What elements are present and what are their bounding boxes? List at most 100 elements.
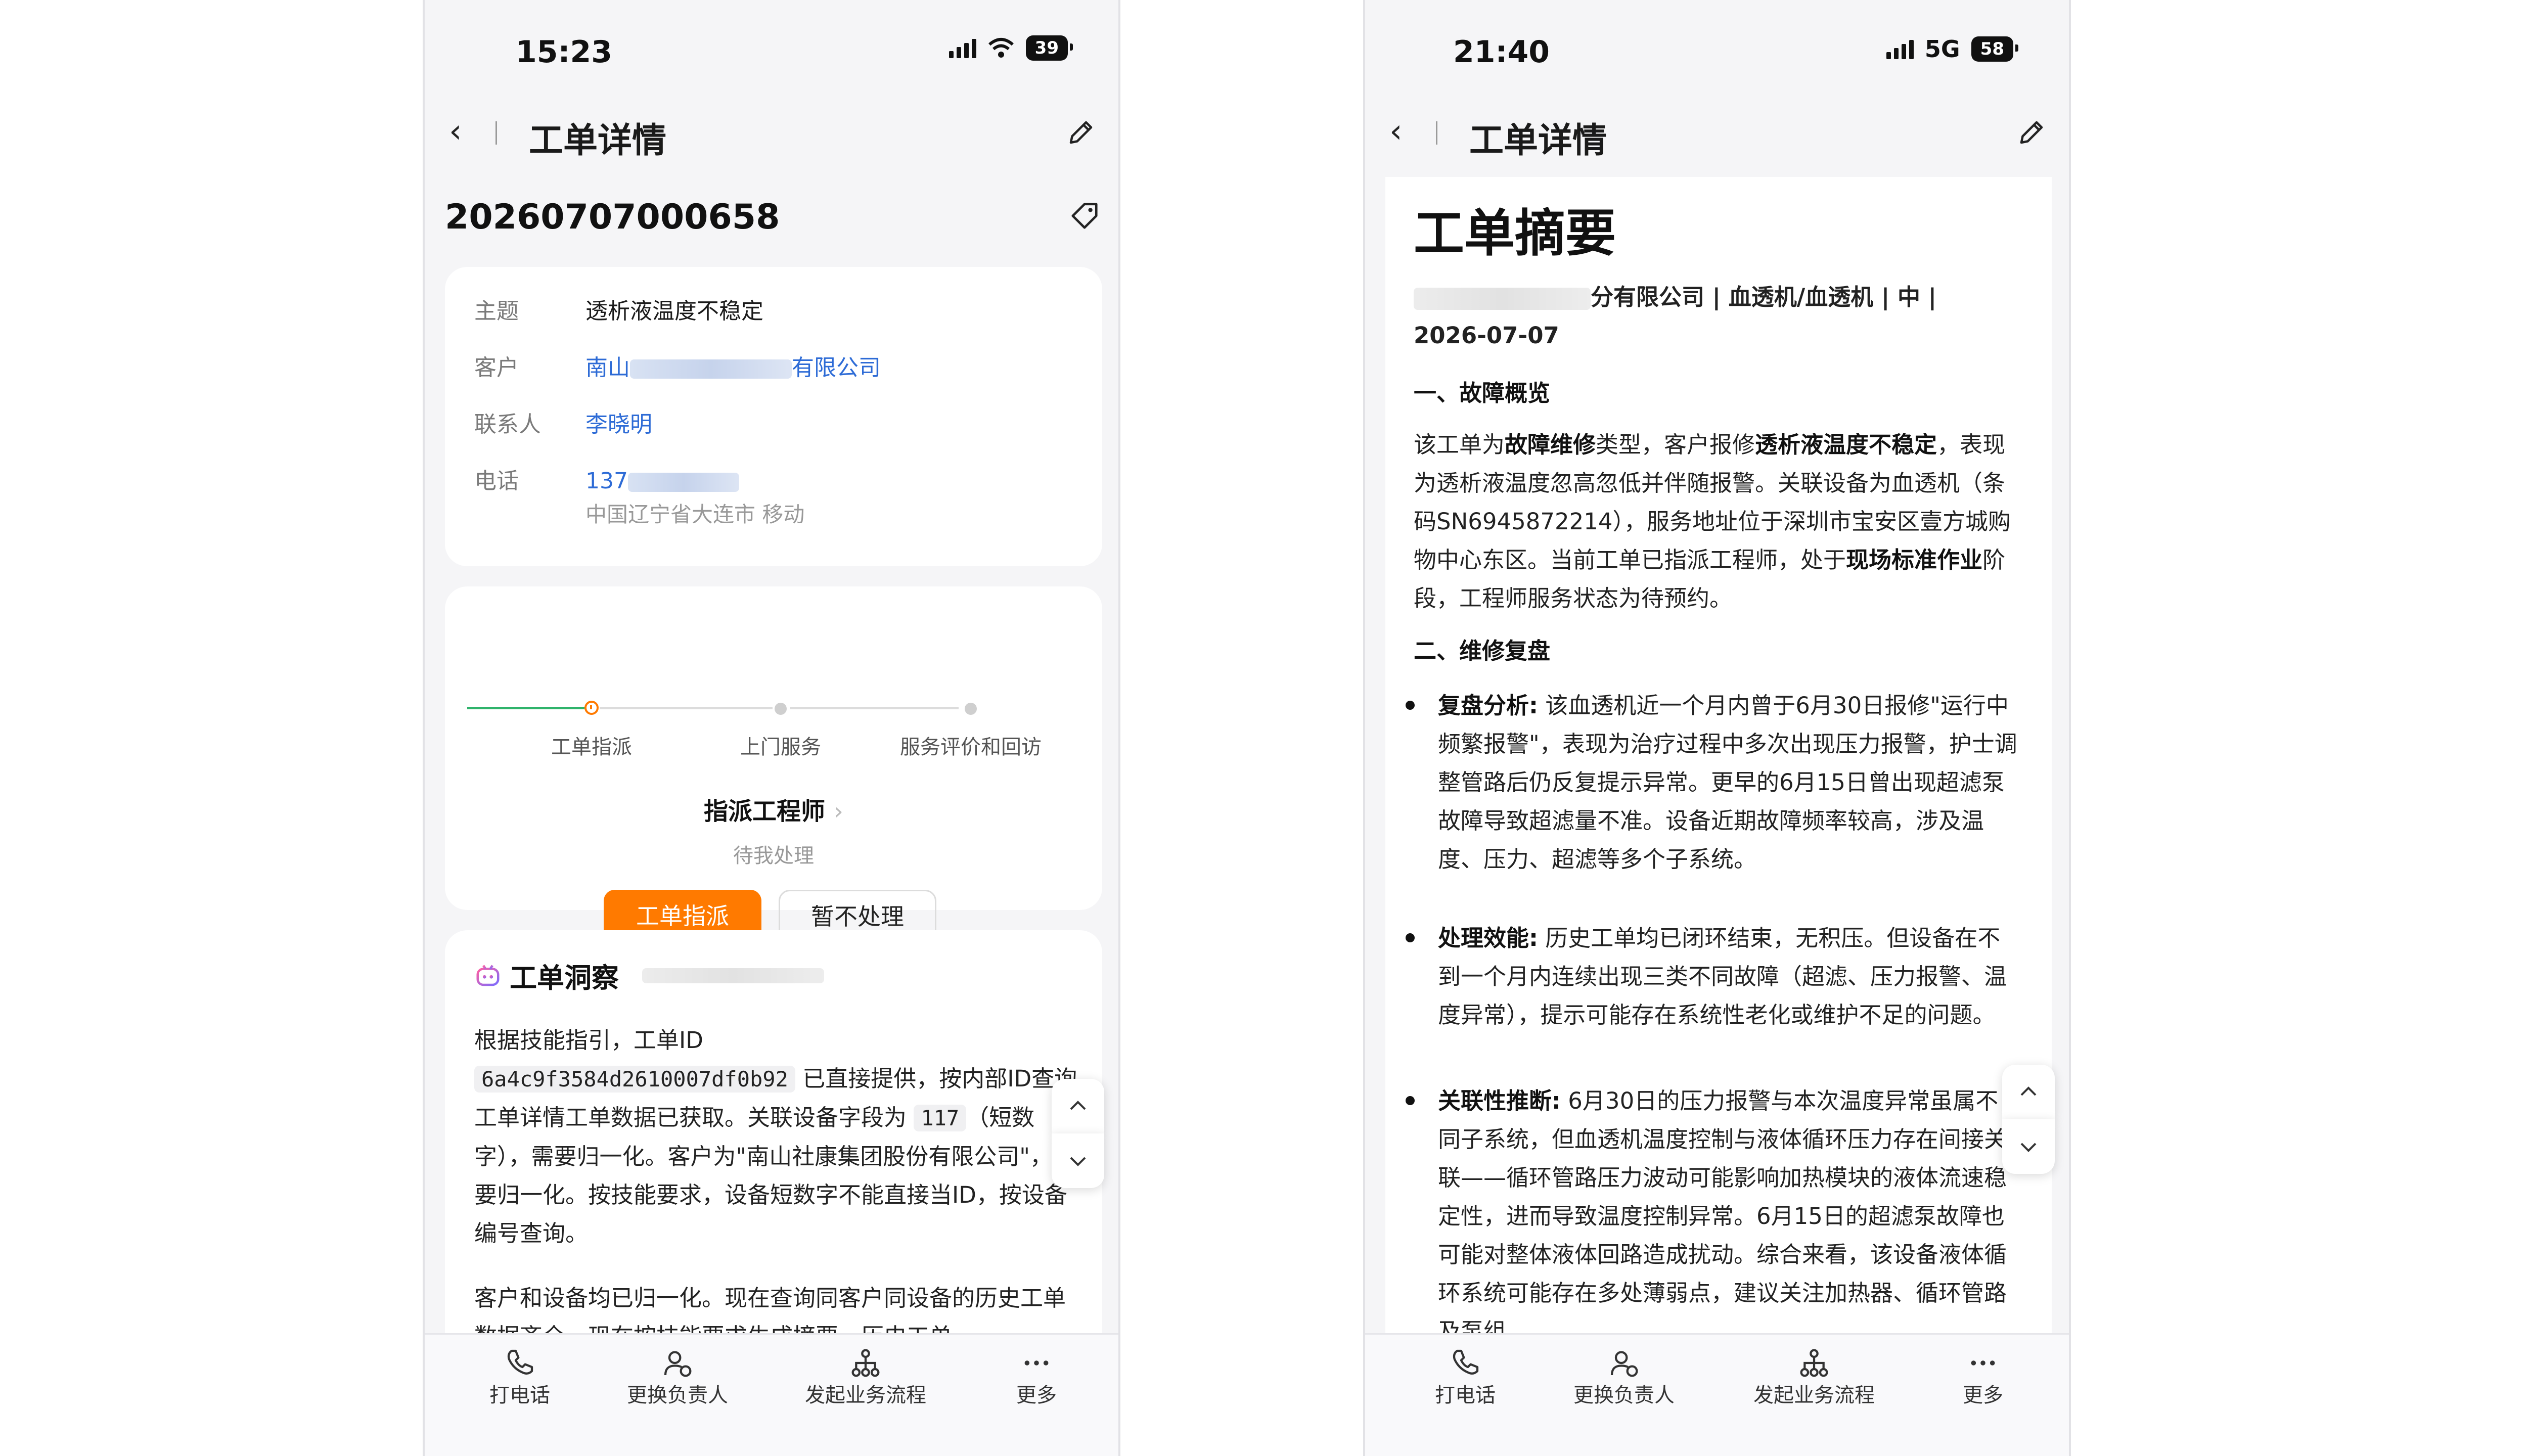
bullet-label: 处理效能: <box>1438 925 1538 951</box>
step-label: 工单指派 <box>551 736 632 759</box>
current-action[interactable]: 指派工程师 › <box>445 791 1102 827</box>
ticket-id-code: 6a4c9f3584d2610007df0b92 <box>474 1066 795 1093</box>
tab-label: 发起业务流程 <box>805 1384 926 1407</box>
right-phone-screen: 21:40 5G 58 ‹ 工单详情 工单摘要 分有限公司 | 血透机/血透机 … <box>1363 0 2071 1456</box>
back-chevron-icon[interactable]: ‹ <box>1389 115 1403 148</box>
tag-icon[interactable] <box>1069 200 1100 232</box>
call-tab[interactable]: 打电话 <box>489 1347 550 1408</box>
change-owner-tab[interactable]: 更换负责人 <box>1573 1347 1675 1408</box>
insight-title: 工单洞察 <box>510 962 619 994</box>
device-code: 117 <box>914 1105 967 1131</box>
section2-title: 二、维修复盘 <box>1414 638 1551 664</box>
redacted-blur <box>627 473 739 492</box>
phone-label: 电话 <box>474 468 519 494</box>
edit-pencil-icon[interactable] <box>2016 117 2047 148</box>
subject-value: 透析液温度不稳定 <box>585 298 763 324</box>
tab-label: 更换负责人 <box>1573 1384 1675 1407</box>
contact-row: 联系人 李晓明 <box>474 411 652 439</box>
step-dot <box>775 703 787 715</box>
more-icon <box>1024 1360 1049 1366</box>
signal-icon <box>1886 39 1914 59</box>
scroll-up-button[interactable] <box>2002 1065 2055 1119</box>
bullet-correlation: 关联性推断: 6月30日的压力报警与本次温度异常虽属不同子系统，但血透机温度控制… <box>1406 1082 2019 1335</box>
text-bold: 现场标准作业 <box>1846 547 1983 573</box>
battery-indicator: 58 <box>1971 36 2019 62</box>
meta-line: 分有限公司 | 血透机/血透机 | 中 | <box>1591 284 1937 310</box>
current-status: 待我处理 <box>733 844 814 868</box>
workflow-tab[interactable]: 发起业务流程 <box>805 1347 926 1408</box>
status-time: 21:40 <box>1453 34 1550 70</box>
redacted-blur <box>630 359 792 379</box>
more-tab[interactable]: 更多 <box>1963 1347 2003 1408</box>
subject-label: 主题 <box>474 298 519 324</box>
nav-separator <box>1436 121 1437 145</box>
bullet-review: 复盘分析: 该血透机近一个月内曾于6月30日报修"运行中频繁报警"，表现为治疗过… <box>1406 687 2019 879</box>
customer-label: 客户 <box>474 355 519 381</box>
insight-card: 工单洞察 根据技能指引，工单ID 6a4c9f3584d2610007df0b92… <box>445 930 1102 1385</box>
tab-label: 更换负责人 <box>627 1384 728 1407</box>
step-label: 上门服务 <box>740 736 821 759</box>
phone-icon <box>1453 1349 1479 1375</box>
page-title: 工单详情 <box>1469 121 1607 161</box>
current-action-label: 指派工程师 <box>704 797 826 826</box>
tab-label: 打电话 <box>1435 1384 1496 1407</box>
phone-prefix: 137 <box>585 468 628 494</box>
status-icons: 5G 58 <box>1886 35 2019 63</box>
insight-paragraph-1: 根据技能指引，工单ID 6a4c9f3584d2610007df0b92 已直接提… <box>474 1021 1081 1253</box>
scroll-down-icon <box>1070 1157 1086 1166</box>
bullet-label: 关联性推断: <box>1438 1087 1561 1114</box>
change-owner-tab[interactable]: 更换负责人 <box>627 1347 728 1408</box>
page-title: 工单详情 <box>529 121 667 161</box>
summary-heading: 工单摘要 <box>1414 204 1616 263</box>
insight-title-row: 工单洞察 <box>474 956 824 995</box>
phone-icon <box>507 1349 533 1375</box>
phone-row: 电话 137 <box>474 467 739 495</box>
section1-title: 一、故障概览 <box>1414 380 1551 406</box>
progress-line-done <box>467 707 584 709</box>
ticket-info-card: 主题 透析液温度不稳定 客户 南山 有限公司 联系人 李晓明 电话 137 中国辽宁省大连… <box>445 267 1102 566</box>
scroll-up-icon <box>1070 1101 1086 1110</box>
bullet-efficiency: 处理效能: 历史工单均已闭环结束，无积压。但设备在不到一个月内连续出现三类不同故… <box>1406 919 2019 1034</box>
text: 类型，客户报修 <box>1596 431 1755 458</box>
tab-label: 打电话 <box>489 1384 550 1407</box>
tab-label: 更多 <box>1016 1384 1057 1407</box>
bottom-action-bar: 打电话 更换负责人 发起业务流程 更多 <box>1365 1333 2069 1456</box>
network-type: 5G <box>1924 35 1960 63</box>
left-phone-screen: 15:23 39 ‹ 工单详情 20260707000658 主题 透析液温度不稳… <box>423 0 1120 1456</box>
meta-date: 2026-07-07 <box>1414 322 1559 349</box>
insight-text: 根据技能指引，工单ID <box>474 1027 703 1054</box>
progress-card: 工单指派 上门服务 服务评价和回访 指派工程师 › 待我处理 工单指派 暂不处理 <box>445 586 1102 944</box>
customer-prefix: 南山 <box>585 355 630 381</box>
workflow-icon <box>851 1349 880 1377</box>
contact-link[interactable]: 李晓明 <box>585 412 652 437</box>
status-time: 15:23 <box>516 34 612 70</box>
customer-suffix: 有限公司 <box>792 355 881 381</box>
redacted-blur <box>1414 288 1591 310</box>
call-tab[interactable]: 打电话 <box>1435 1347 1496 1408</box>
edit-pencil-icon[interactable] <box>1066 117 1096 148</box>
customer-link[interactable]: 南山 有限公司 <box>585 355 881 381</box>
progress-line <box>790 707 959 709</box>
more-tab[interactable]: 更多 <box>1016 1347 1057 1408</box>
bottom-action-bar: 打电话 更换负责人 发起业务流程 更多 <box>425 1333 1118 1456</box>
scroll-up-button[interactable] <box>1052 1079 1104 1133</box>
assistant-robot-icon <box>476 965 500 986</box>
summary-meta: 分有限公司 | 血透机/血透机 | 中 | 2026-07-07 <box>1414 278 2020 355</box>
workflow-tab[interactable]: 发起业务流程 <box>1753 1347 1875 1408</box>
scroll-up-icon <box>2020 1086 2037 1096</box>
section1-body: 该工单为故障维修类型，客户报修透析液温度不稳定，表现为透析液温度忽高忽低并伴随报… <box>1414 426 2020 618</box>
text-bold: 透析液温度不稳定 <box>1755 431 1937 458</box>
progress-line <box>600 707 773 709</box>
step-current-dot <box>584 701 599 715</box>
chevron-right-icon: › <box>833 797 843 826</box>
bullet-label: 复盘分析: <box>1438 692 1538 719</box>
scroll-down-button[interactable] <box>2002 1119 2055 1174</box>
phone-link[interactable]: 137 <box>585 468 739 494</box>
back-chevron-icon[interactable]: ‹ <box>449 115 462 148</box>
summary-document: 工单摘要 分有限公司 | 血透机/血透机 | 中 | 2026-07-07 一、… <box>1385 177 2052 1335</box>
step-label: 服务评价和回访 <box>900 736 1042 759</box>
more-icon <box>1971 1360 1995 1366</box>
tab-label: 发起业务流程 <box>1753 1384 1875 1407</box>
scroll-down-button[interactable] <box>1052 1133 1104 1188</box>
text-bold: 故障维修 <box>1505 431 1596 458</box>
